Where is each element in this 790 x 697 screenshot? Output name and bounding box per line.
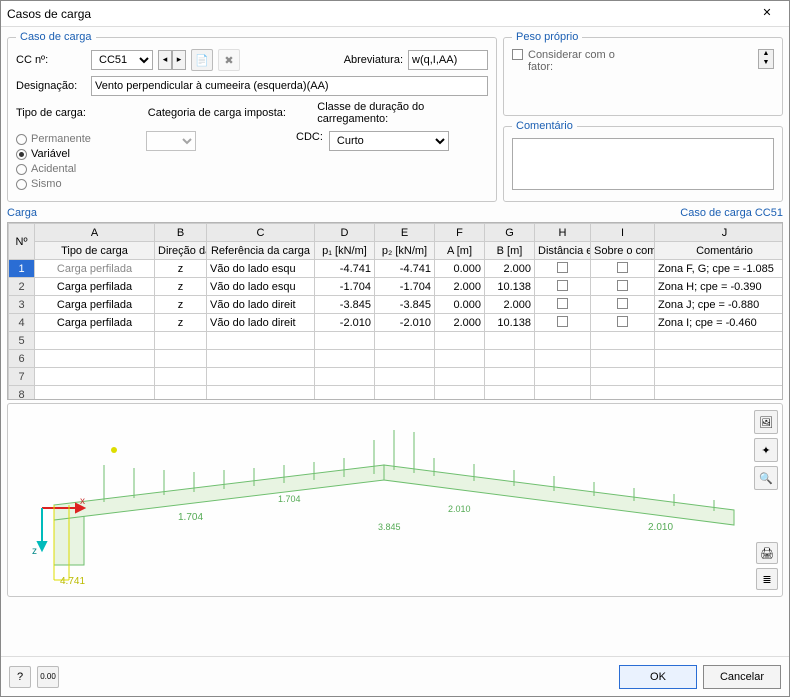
load-case-group: Caso de carga CC nº: CC51 ◂ ▸ 📄 ✖ Abrevi…	[7, 31, 497, 202]
view-zoom-button[interactable]: 🔍	[754, 466, 778, 490]
window-title: Casos de carga	[7, 7, 751, 21]
loads-header: Carga Caso de carga CC51	[7, 207, 783, 219]
table-row[interactable]: 5	[9, 332, 784, 350]
comment-group: Comentário	[503, 120, 783, 202]
consider-factor-checkbox[interactable]	[512, 49, 523, 60]
table-row[interactable]: 1Carga perfiladazVão do lado esqu-4.741-…	[9, 260, 784, 278]
delete-icon: ✖	[224, 54, 233, 67]
cc-select[interactable]: CC51	[91, 50, 153, 70]
val-1704a: 1.704	[178, 512, 203, 523]
val-2010a: 2.010	[448, 504, 471, 514]
cc-prev-button[interactable]: ◂	[158, 50, 172, 70]
axis-z-label: z	[32, 546, 37, 557]
list-button[interactable]: ≣	[756, 568, 778, 590]
ok-button[interactable]: OK	[619, 665, 697, 689]
abbrev-label: Abreviatura:	[344, 54, 403, 66]
cdc-select[interactable]: Curto	[329, 131, 449, 151]
load-case-legend: Caso de carga	[16, 31, 96, 43]
designation-input[interactable]	[91, 76, 488, 96]
val-3845: 3.845	[378, 522, 401, 532]
view-snapshot-button[interactable]: 🖼	[754, 410, 778, 434]
preview-pane: x z 4.741 1.704 1.704 3.845 2.010 2.010 …	[7, 403, 783, 597]
close-icon[interactable]: ✕	[751, 4, 783, 24]
factor-spinner[interactable]: ▲▼	[758, 49, 774, 69]
table-row[interactable]: 8	[9, 386, 784, 401]
comment-textarea[interactable]	[512, 138, 774, 190]
table-row[interactable]: 7	[9, 368, 784, 386]
consider-factor-label: Considerar com o fator:	[528, 49, 628, 73]
print-button[interactable]: 🖨	[756, 542, 778, 564]
load-cases-dialog: Casos de carga ✕ Caso de carga CC nº: CC…	[0, 0, 790, 697]
self-weight-legend: Peso próprio	[512, 31, 582, 43]
cc-label: CC nº:	[16, 54, 86, 66]
axis-x-label: x	[80, 496, 85, 507]
imposed-category-label: Categoria de carga imposta:	[148, 107, 290, 119]
checkbox[interactable]	[557, 262, 568, 273]
checkbox[interactable]	[617, 316, 628, 327]
duration-class-label: Classe de duração do carregamento:	[317, 101, 488, 125]
val-4741: 4.741	[60, 576, 85, 587]
new-loadcase-button[interactable]: 📄	[191, 49, 213, 71]
checkbox[interactable]	[617, 262, 628, 273]
comment-legend: Comentário	[512, 120, 577, 132]
cancel-button[interactable]: Cancelar	[703, 665, 781, 689]
table-row[interactable]: 4Carga perfiladazVão do lado direit-2.01…	[9, 314, 784, 332]
help-button[interactable]: ?	[9, 666, 31, 688]
table-row[interactable]: 2Carga perfiladazVão do lado esqu-1.704-…	[9, 278, 784, 296]
col-num: Nº	[9, 224, 35, 260]
view-axis-button[interactable]: ✦	[754, 438, 778, 462]
delete-loadcase-button[interactable]: ✖	[218, 49, 240, 71]
checkbox[interactable]	[557, 280, 568, 291]
beam-diagram	[14, 410, 744, 592]
cdc-label: CDC:	[296, 131, 323, 143]
cc-next-button[interactable]: ▸	[172, 50, 186, 70]
radio-variavel[interactable]: Variável	[16, 148, 136, 160]
radio-acidental[interactable]: Acidental	[16, 163, 136, 175]
self-weight-group: Peso próprio Considerar com o fator: ▲▼	[503, 31, 783, 116]
checkbox[interactable]	[557, 298, 568, 309]
checkbox[interactable]	[617, 280, 628, 291]
loads-table[interactable]: Nº A B C D E F G H I J Tipo de carga	[8, 223, 783, 400]
table-row[interactable]: 3Carga perfiladazVão do lado direit-3.84…	[9, 296, 784, 314]
loads-table-wrap: Nº A B C D E F G H I J Tipo de carga	[7, 222, 783, 400]
loads-header-left: Carga	[7, 207, 680, 219]
radio-sismo[interactable]: Sismo	[16, 178, 136, 190]
titlebar: Casos de carga ✕	[1, 1, 789, 27]
checkbox[interactable]	[617, 298, 628, 309]
imposed-category-select	[146, 131, 196, 151]
abbrev-input[interactable]	[408, 50, 488, 70]
dialog-footer: ? 0.00 OK Cancelar	[1, 656, 789, 696]
val-2010b: 2.010	[648, 522, 673, 533]
loads-header-right: Caso de carga CC51	[680, 207, 783, 219]
table-row[interactable]: 6	[9, 350, 784, 368]
units-button[interactable]: 0.00	[37, 666, 59, 688]
radio-permanente[interactable]: Permanente	[16, 133, 136, 145]
checkbox[interactable]	[557, 316, 568, 327]
load-type-label: Tipo de carga:	[16, 107, 120, 119]
new-icon: 📄	[195, 54, 209, 67]
designation-label: Designação:	[16, 80, 86, 92]
val-1704b: 1.704	[278, 494, 301, 504]
